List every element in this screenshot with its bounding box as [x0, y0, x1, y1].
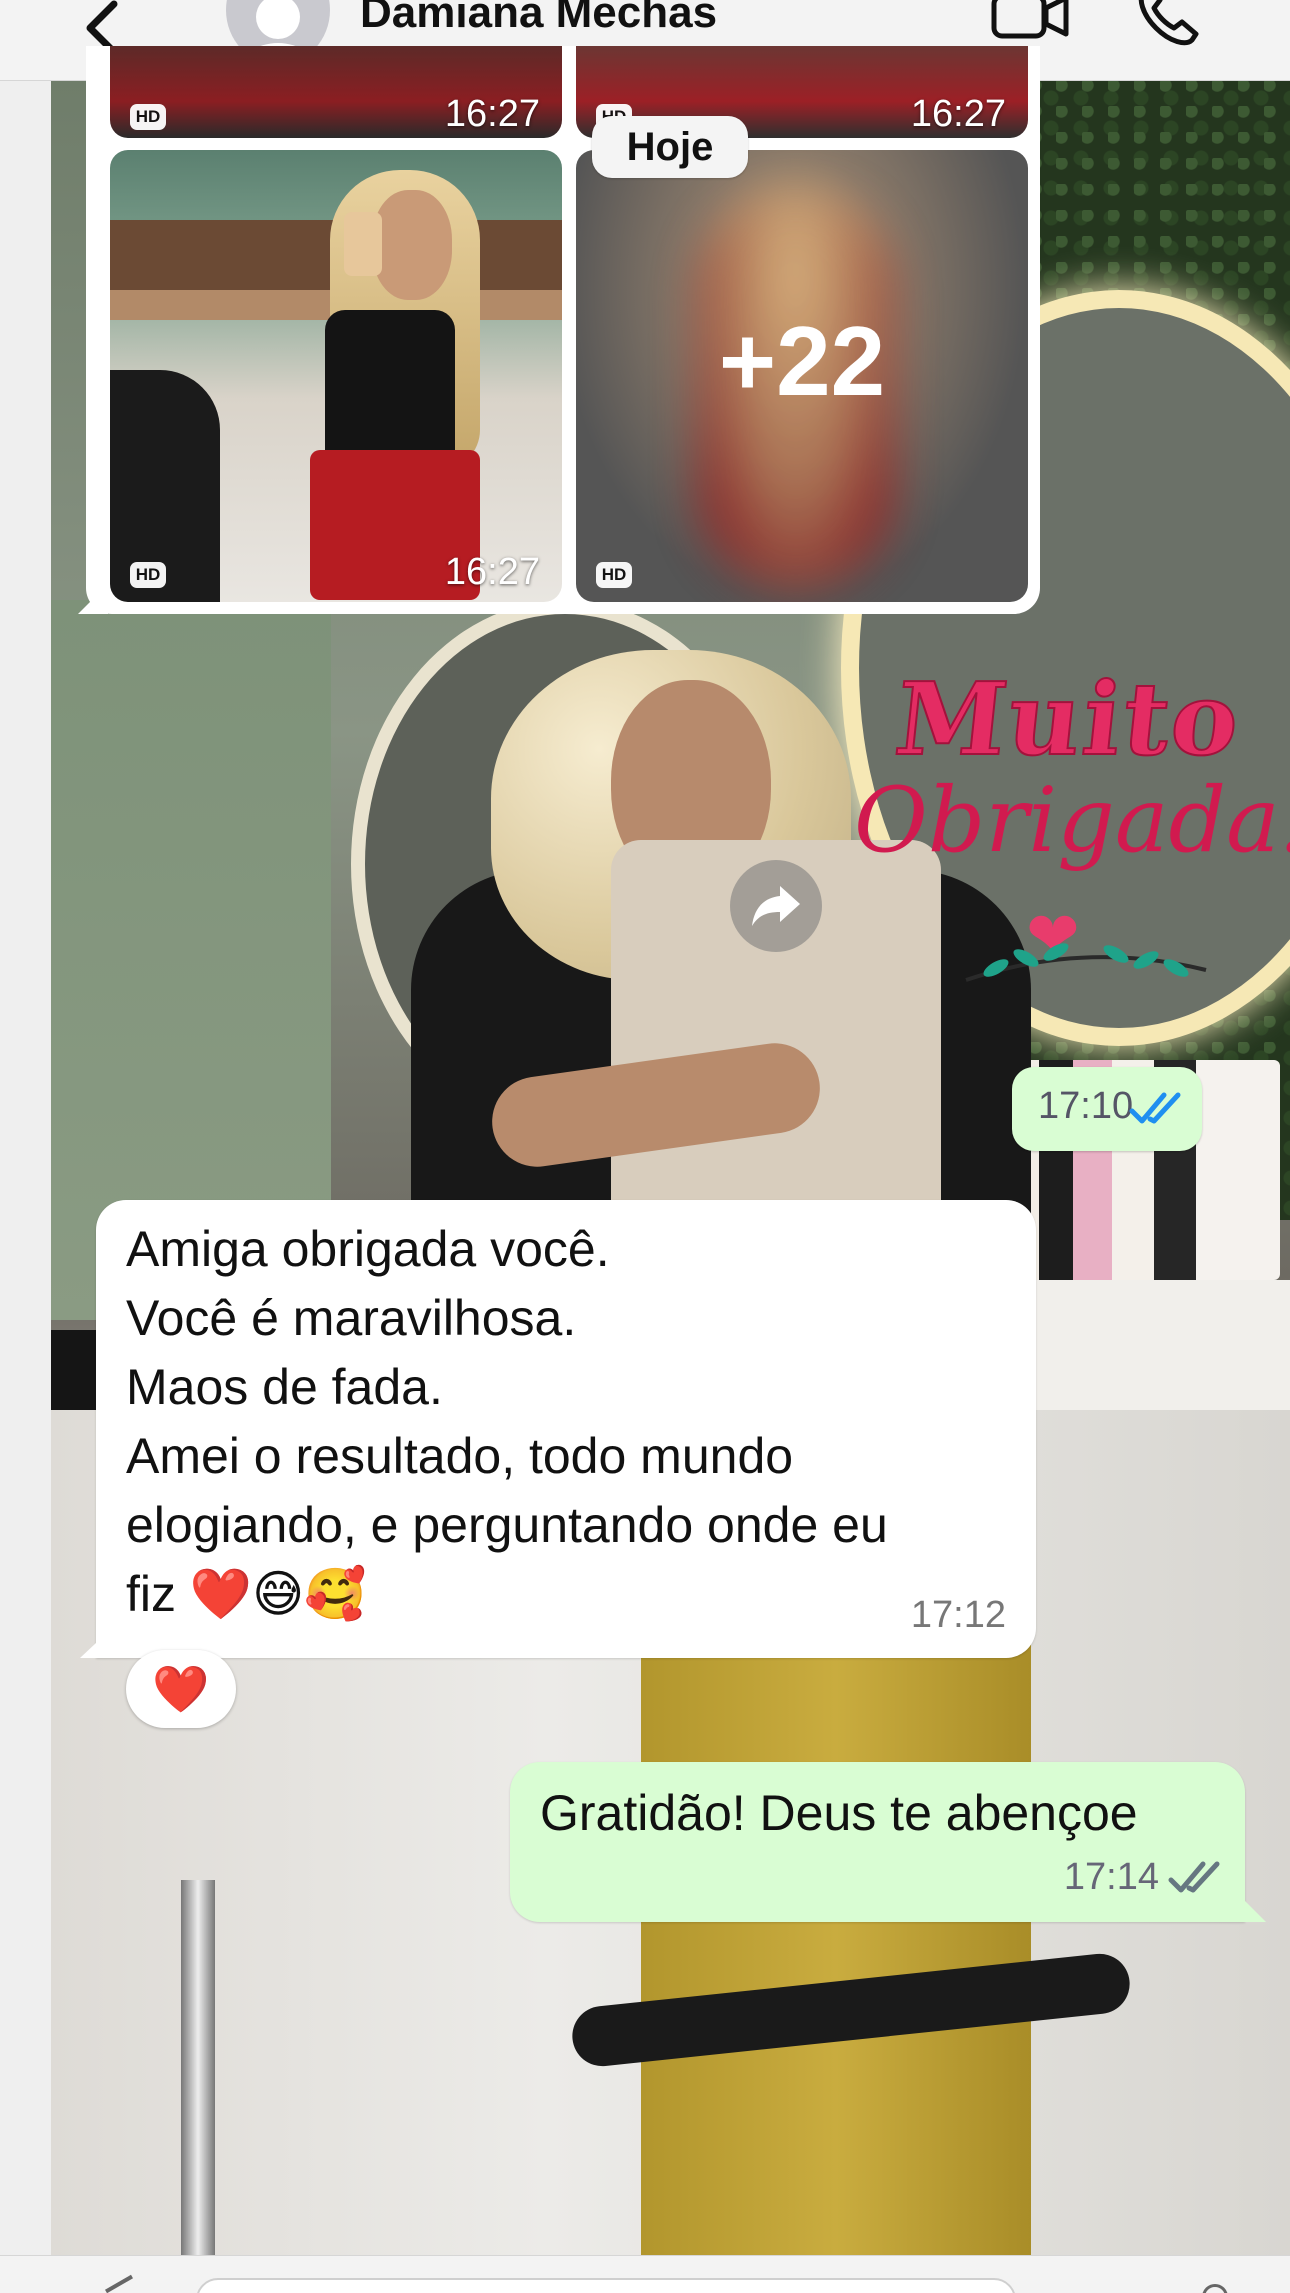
media-tile[interactable]: HD 16:27	[110, 150, 562, 602]
sticker-timestamp-bubble: 17:10	[1012, 1067, 1202, 1151]
more-media-count: +22	[718, 305, 886, 416]
message-text-line: Amei o resultado, todo mundo	[126, 1428, 794, 1484]
message-input[interactable]	[196, 2278, 1016, 2293]
incoming-message-bubble[interactable]: Amiga obrigada você. Você é maravilhosa.…	[96, 1200, 1036, 1658]
composer-bar	[0, 2255, 1290, 2293]
outgoing-message-bubble[interactable]: Gratidão! Deus te abençoe 17:14	[510, 1762, 1245, 1922]
forward-icon[interactable]	[730, 860, 822, 952]
message-text-line: elogiando, e perguntando onde eu	[126, 1497, 888, 1553]
media-time: 16:27	[444, 93, 540, 135]
media-tile[interactable]: HD 16:27	[110, 46, 562, 138]
thank-you-sticker[interactable]: Muito Obrigada! ❤	[846, 659, 1290, 1020]
message-text-line: fiz ❤️😅🥰	[126, 1566, 367, 1622]
delivered-receipt-icon	[1168, 1861, 1220, 1893]
media-tile-more[interactable]: +22 HD	[576, 150, 1028, 602]
message-time: 17:10	[1038, 1085, 1134, 1127]
message-text-line: Maos de fada.	[126, 1359, 443, 1415]
message-time: 17:14	[1063, 1856, 1159, 1898]
message-text: Gratidão! Deus te abençoe	[540, 1785, 1138, 1841]
phone-icon[interactable]	[1134, 0, 1204, 48]
media-time: 16:27	[444, 551, 540, 593]
chat-screen: Damiana Mechas HD 16:27 HD 16:27 HD 16:2…	[0, 0, 1290, 2293]
hd-badge: HD	[596, 562, 632, 588]
hd-badge: HD	[130, 562, 166, 588]
plus-icon[interactable]	[105, 2274, 133, 2293]
contact-name[interactable]: Damiana Mechas	[360, 0, 717, 38]
hd-badge: HD	[130, 104, 166, 130]
leaf-branch-icon	[965, 943, 1207, 982]
read-receipt-icon	[1129, 1092, 1181, 1124]
message-text-line: Você é maravilhosa.	[126, 1290, 577, 1346]
media-time: 16:27	[910, 93, 1006, 135]
sticker-text-line2: Obrigada!	[854, 768, 1290, 873]
sticker-text-line1: Muito	[889, 659, 1248, 779]
message-text-line: Amiga obrigada você.	[126, 1221, 610, 1277]
video-call-icon[interactable]	[990, 0, 1070, 44]
reaction-badge[interactable]: ❤️	[126, 1650, 236, 1728]
message-time: 17:12	[910, 1594, 1006, 1636]
date-separator: Hoje	[592, 116, 748, 178]
camera-icon[interactable]	[1202, 2284, 1228, 2293]
